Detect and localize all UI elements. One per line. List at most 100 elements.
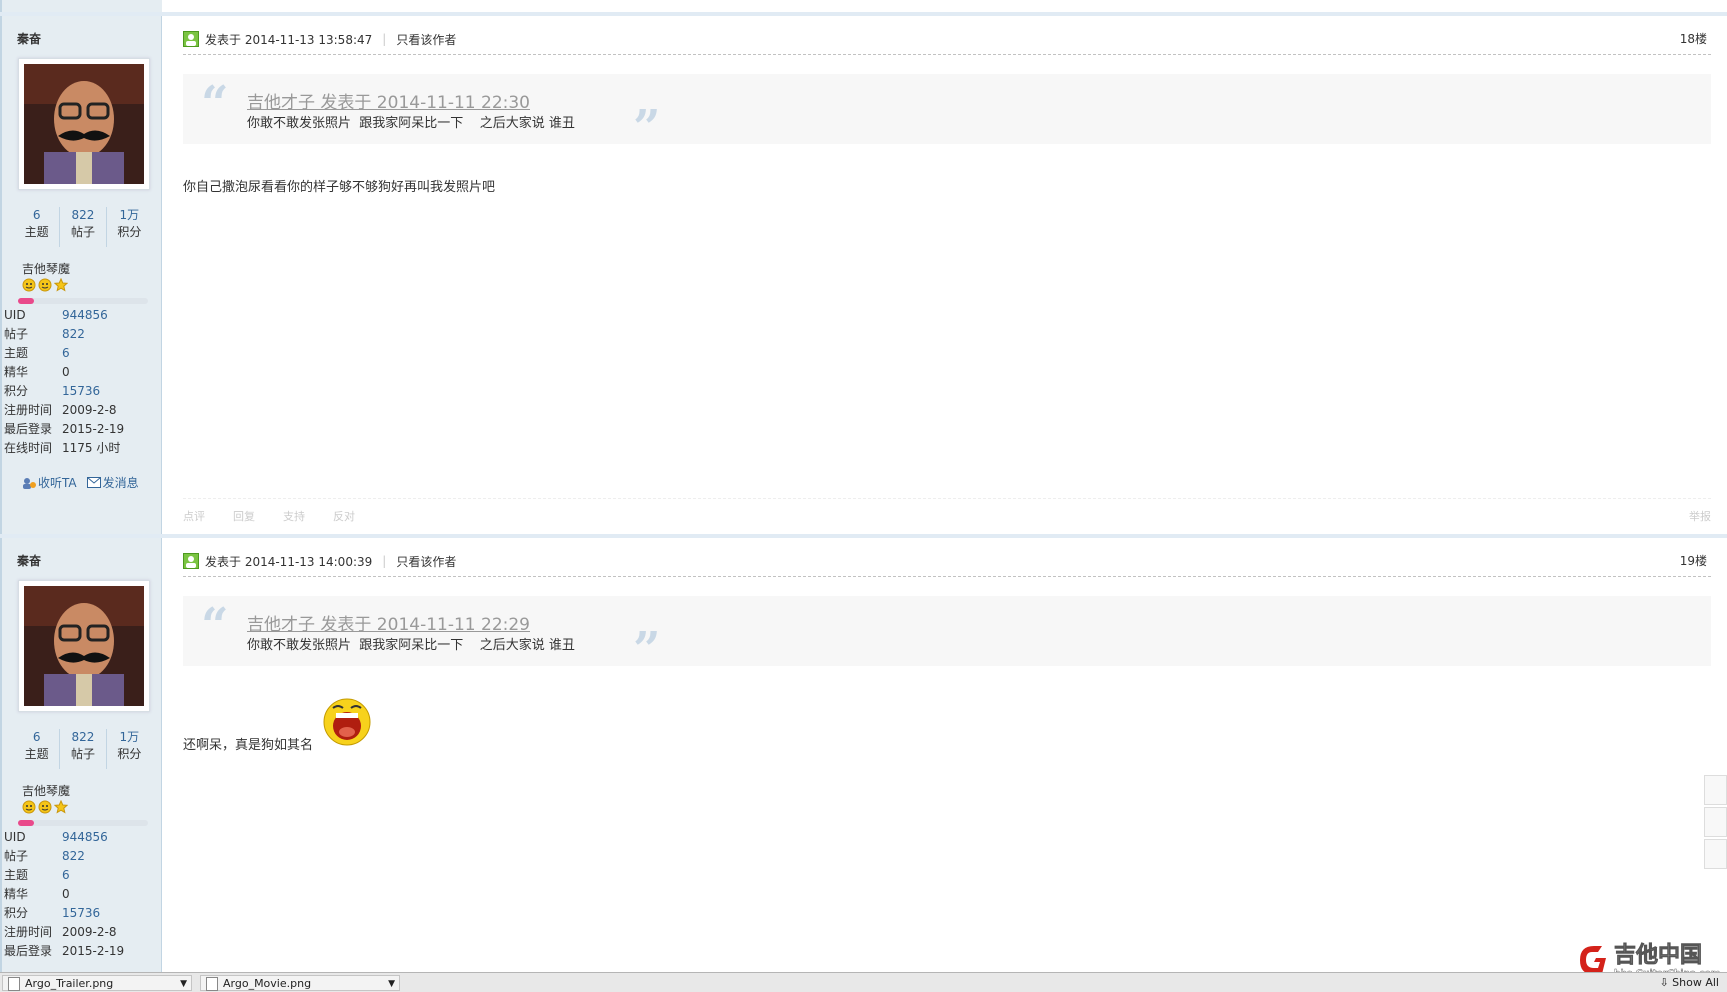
info-digest: 精华 0: [4, 365, 70, 379]
download-icon: ⇩: [1659, 976, 1673, 989]
rank-stars: [22, 800, 68, 814]
post-meta: 发表于 2014-11-13 14:00:39 | 只看该作者: [183, 552, 456, 570]
quote-citation[interactable]: 吉他才子 发表于 2014-11-11 22:30: [247, 88, 530, 113]
stat-credits[interactable]: 1万 积分: [107, 729, 152, 769]
post-19: 秦奋 6 主题 822 帖子 1万 积分 吉他琴魔 UID 944856 帖子 …: [0, 538, 1727, 972]
quote-text: 你敢不敢发张照片 跟我家阿呆比一下 之后大家说 谁丑: [247, 638, 575, 653]
report-button[interactable]: 举报: [1689, 508, 1711, 524]
star-icon: [54, 800, 68, 814]
svg-text:吉他中国: 吉他中国: [1614, 942, 1702, 968]
follow-button[interactable]: 收听TA: [22, 474, 77, 491]
only-author-link[interactable]: 只看该作者: [396, 31, 456, 48]
info-uid: UID 944856: [4, 308, 108, 322]
smiley-icon: [22, 278, 36, 292]
download-item[interactable]: Argo_Trailer.png ▼: [2, 975, 192, 991]
header-divider: [183, 54, 1711, 55]
avatar[interactable]: [18, 580, 150, 712]
info-online: 在线时间 1175 小时: [4, 441, 121, 455]
star-icon: [54, 278, 68, 292]
list-icon[interactable]: [1704, 839, 1727, 869]
only-author-link[interactable]: 只看该作者: [396, 553, 456, 570]
chevron-down-icon[interactable]: ▼: [180, 976, 187, 992]
chevron-down-icon[interactable]: ▼: [388, 976, 395, 992]
floating-toolbar: [1704, 775, 1727, 871]
author-sidebar: 秦奋 6 主题 822 帖子 1万 积分 吉他琴魔 UID 944856 帖子 …: [0, 538, 162, 972]
info-regdate: 注册时间 2009-2-8: [4, 925, 117, 939]
post-meta: 发表于 2014-11-13 13:58:47 | 只看该作者: [183, 30, 456, 48]
stat-threads[interactable]: 6 主题: [14, 207, 61, 247]
file-icon: [8, 977, 20, 991]
show-all-button[interactable]: ⇩ Show All: [1659, 976, 1719, 989]
smiley-icon: [38, 800, 52, 814]
rate-button[interactable]: 点评: [183, 508, 205, 524]
user-group[interactable]: 吉他琴魔: [22, 260, 70, 277]
file-icon: [206, 977, 218, 991]
info-lastlogin: 最后登录 2015-2-19: [4, 944, 125, 958]
smiley-icon: [38, 278, 52, 292]
stat-threads[interactable]: 6 主题: [14, 729, 61, 769]
reply-button[interactable]: 回复: [233, 508, 255, 524]
sidebar-top-remnant: [0, 0, 162, 12]
quote-open-icon: “: [201, 76, 229, 132]
info-threads: 主题 6: [4, 868, 70, 882]
oppose-button[interactable]: 反对: [333, 508, 355, 524]
avatar-image: [24, 64, 144, 184]
stat-credits[interactable]: 1万 积分: [107, 207, 152, 247]
quote-block: “ 吉他才子 发表于 2014-11-11 22:30 你敢不敢发张照片 跟我家…: [183, 74, 1711, 156]
level-progress-bar: [18, 820, 148, 826]
quick-reply-icon[interactable]: [1704, 775, 1727, 805]
info-posts: 帖子 822: [4, 849, 85, 863]
quote-citation[interactable]: 吉他才子 发表于 2014-11-11 22:29: [247, 610, 530, 635]
post-body: 还啊呆，真是狗如其名: [183, 738, 314, 753]
post-content: 发表于 2014-11-13 13:58:47 | 只看该作者 18楼 “ 吉他…: [163, 16, 1727, 534]
online-user-icon: [183, 31, 199, 47]
info-lastlogin: 最后登录 2015-2-19: [4, 422, 125, 436]
rank-stars: [22, 278, 68, 292]
quote-text: 你敢不敢发张照片 跟我家阿呆比一下 之后大家说 谁丑: [247, 116, 575, 131]
quote-close-icon: ”: [633, 622, 661, 678]
author-stats: 6 主题 822 帖子 1万 积分: [14, 207, 152, 247]
author-actions: 收听TA 发消息: [22, 474, 139, 491]
info-credits: 积分 15736: [4, 384, 101, 398]
quote-open-icon: “: [201, 598, 229, 654]
post-body: 你自己撒泡尿看看你的样子够不够狗好再叫我发照片吧: [183, 180, 496, 195]
author-name[interactable]: 秦奋: [17, 30, 41, 47]
online-user-icon: [183, 553, 199, 569]
user-group[interactable]: 吉他琴魔: [22, 782, 70, 799]
level-progress-bar: [18, 298, 148, 304]
download-item[interactable]: Argo_Movie.png ▼: [200, 975, 400, 991]
footer-divider: [183, 498, 1711, 499]
author-info: UID 944856 帖子 822 主题 6 精华 0 积分 15736 注册时间 2009…: [4, 306, 162, 458]
downloads-bar: Argo_Trailer.png ▼ Argo_Movie.png ▼ ⇩ Show…: [0, 972, 1727, 992]
quote-block: “ 吉他才子 发表于 2014-11-11 22:29 你敢不敢发张照片 跟我家…: [183, 596, 1711, 678]
avatar-image: [24, 586, 144, 706]
info-digest: 精华 0: [4, 887, 70, 901]
post-content: 发表于 2014-11-13 14:00:39 | 只看该作者 19楼 “ 吉他…: [163, 538, 1727, 972]
author-sidebar: 秦奋 6 主题 822 帖子 1万 积分 吉他琴魔 UID 944856 帖子 …: [0, 16, 162, 534]
follow-icon: [23, 477, 36, 489]
info-posts: 帖子 822: [4, 327, 85, 341]
post-18: 秦奋 6 主题 822 帖子 1万 积分 吉他琴魔 UID 944856 帖子 …: [0, 16, 1727, 534]
send-message-button[interactable]: 发消息: [86, 474, 139, 491]
back-to-top-icon[interactable]: [1704, 807, 1727, 837]
post-timestamp: 发表于 2014-11-13 14:00:39: [205, 554, 373, 569]
separator: |: [382, 554, 387, 568]
floor-number[interactable]: 19楼: [1680, 552, 1707, 569]
stat-posts[interactable]: 822 帖子: [60, 729, 107, 769]
author-stats: 6 主题 822 帖子 1万 积分: [14, 729, 152, 769]
support-button[interactable]: 支持: [283, 508, 305, 524]
info-uid: UID 944856: [4, 830, 108, 844]
mail-icon: [86, 477, 101, 488]
stat-posts[interactable]: 822 帖子: [60, 207, 107, 247]
info-regdate: 注册时间 2009-2-8: [4, 403, 117, 417]
laughing-emoji-icon: [323, 698, 371, 746]
quote-close-icon: ”: [633, 100, 661, 156]
info-threads: 主题 6: [4, 346, 70, 360]
post-actions: 点评 回复 支持 反对 举报: [183, 508, 1711, 524]
separator: |: [382, 32, 387, 46]
info-credits: 积分 15736: [4, 906, 101, 920]
author-name[interactable]: 秦奋: [17, 552, 41, 569]
floor-number[interactable]: 18楼: [1680, 30, 1707, 47]
avatar[interactable]: [18, 58, 150, 190]
header-divider: [183, 576, 1711, 577]
